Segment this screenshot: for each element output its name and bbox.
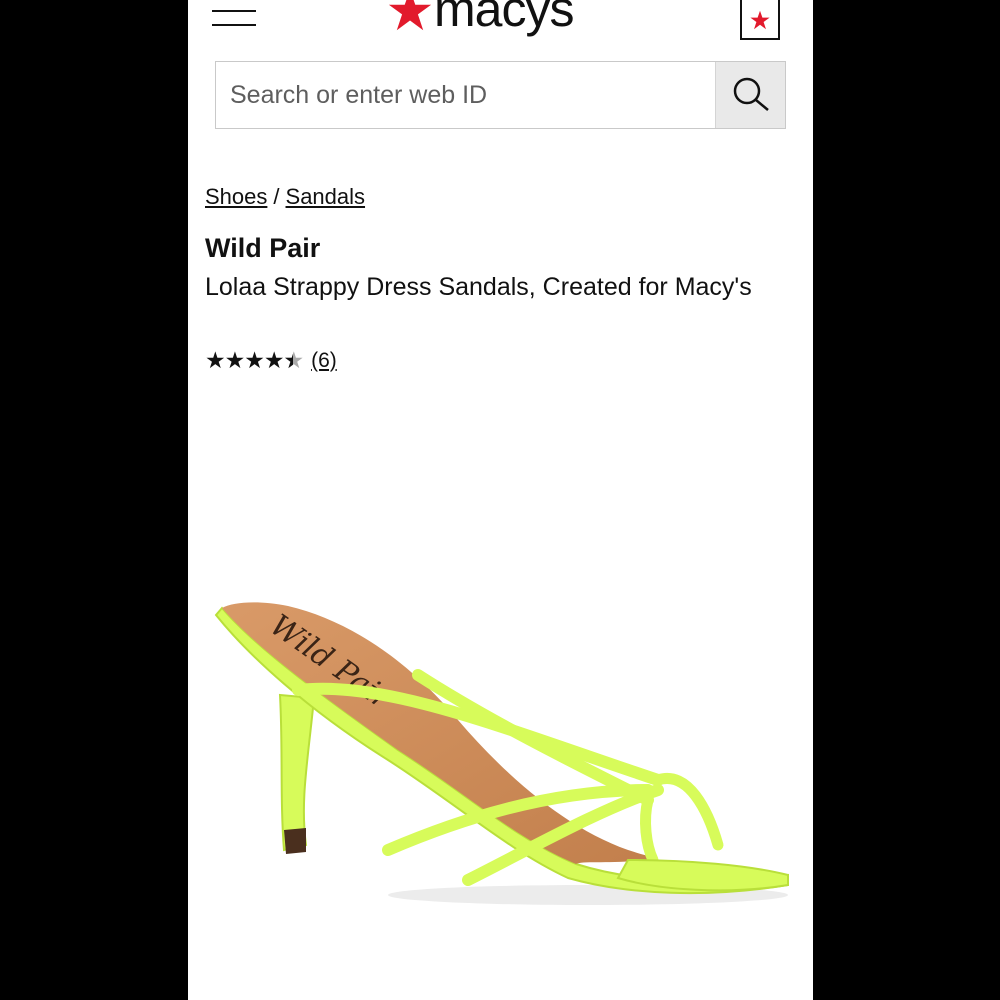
rating-stars: ★★★★★: [205, 347, 304, 374]
product-brand[interactable]: Wild Pair: [205, 233, 320, 264]
product-title: Lolaa Strappy Dress Sandals, Created for…: [205, 273, 752, 301]
search-bar: [215, 61, 786, 129]
product-page: macys Shoes/Sandals Wild Pair Lolaa Stra…: [188, 0, 813, 1000]
search-icon: [733, 77, 769, 111]
search-button[interactable]: [715, 62, 785, 128]
breadcrumb: Shoes / Sandals: [205, 184, 365, 210]
breadcrumb-separator: /: [273, 184, 280, 209]
product-image[interactable]: Wild Pair: [188, 560, 813, 1000]
logo-wordmark: macys: [434, 0, 574, 37]
shopping-bag-button[interactable]: [740, 0, 780, 40]
search-input[interactable]: [216, 62, 715, 128]
review-count-link[interactable]: (6): [311, 349, 337, 373]
macys-logo[interactable]: macys: [388, 0, 574, 44]
star-bag-icon: [750, 10, 770, 30]
breadcrumb-sandals[interactable]: Sandals: [286, 184, 366, 209]
breadcrumb-shoes[interactable]: Shoes: [205, 184, 267, 209]
hamburger-menu-icon[interactable]: [212, 8, 258, 32]
product-rating[interactable]: ★★★★★ (6): [205, 347, 337, 374]
red-star-icon: [388, 0, 432, 31]
